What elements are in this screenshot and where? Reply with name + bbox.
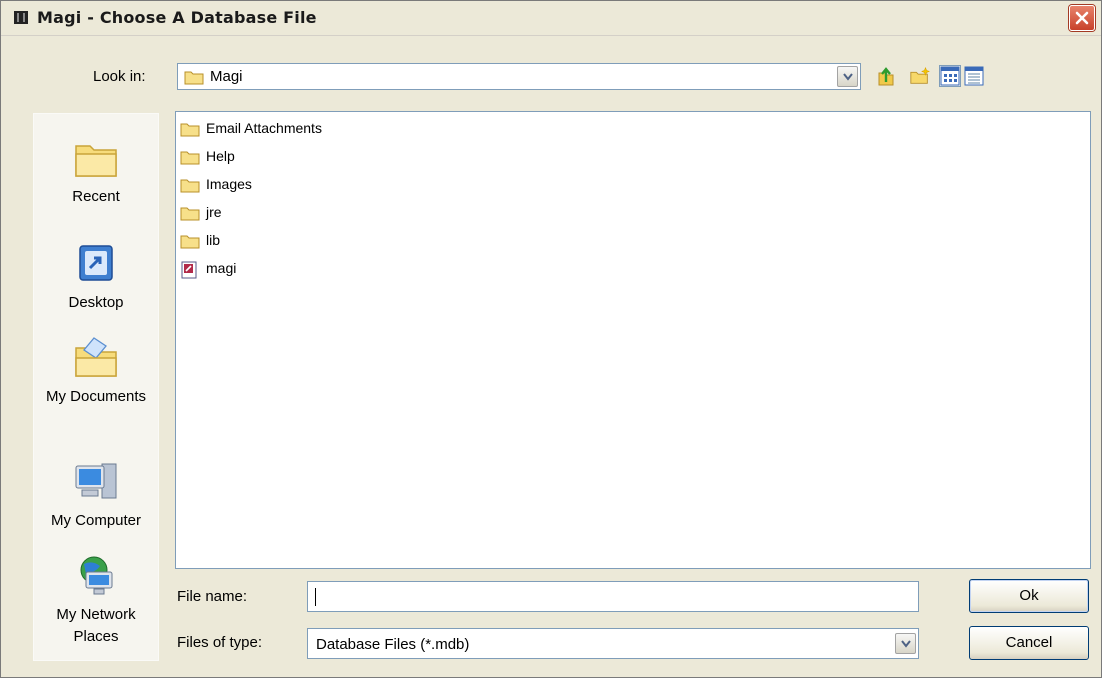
new-folder-icon[interactable] [909,65,931,87]
ok-button[interactable]: Ok [969,579,1089,613]
file-name: Help [206,148,235,164]
list-view-icon [940,66,960,86]
my-documents-icon [75,337,117,377]
folder-icon [180,207,200,221]
files-of-type-dropdown[interactable]: Database Files (*.mdb) [307,628,919,659]
files-of-type-dropdown-arrow[interactable] [895,633,916,654]
place-label: Desktop [68,294,124,311]
folder-icon [184,71,204,85]
file-list[interactable]: Email Attachments Help Images jre lib ma… [175,111,1091,569]
file-name: Email Attachments [206,120,322,136]
up-one-level-icon[interactable] [875,65,897,87]
look-in-value: Magi [210,68,243,85]
recent-folder-icon [75,145,117,177]
files-of-type-label: Files of type: [177,634,263,651]
look-in-dropdown[interactable]: Magi [177,63,861,90]
place-my-documents[interactable]: My Documents [34,336,158,408]
place-my-computer[interactable]: My Computer [34,460,158,532]
file-name-field[interactable] [307,581,919,612]
look-in-label: Look in: [93,68,146,85]
file-name-label: File name: [177,588,248,605]
title-bar[interactable]: Magi - Choose A Database File [1,1,1101,36]
place-recent[interactable]: Recent [34,136,158,208]
details-view-icon[interactable] [963,65,985,87]
text-caret [315,588,316,606]
place-desktop[interactable]: Desktop [34,242,158,314]
app-logo-icon [14,11,28,24]
list-view-button[interactable] [939,65,961,87]
chevron-down-icon [901,640,911,648]
folder-icon [180,123,200,137]
close-button[interactable] [1069,5,1095,31]
file-chooser-dialog: Magi - Choose A Database File Look in: M… [0,0,1102,678]
chevron-down-icon [843,73,853,81]
places-bar: Recent Desktop My Documents My Computer … [33,113,159,661]
window-title: Magi - Choose A Database File [37,8,317,27]
file-name: Images [206,176,252,192]
look-in-dropdown-arrow[interactable] [837,66,858,87]
database-file-icon [181,261,197,279]
folder-icon [180,179,200,193]
file-name: lib [206,232,221,248]
file-name: magi [206,260,237,276]
cancel-button[interactable]: Cancel [969,626,1089,660]
file-name: jre [206,204,222,220]
place-label: Recent [72,188,120,205]
place-label: My Network Places [56,606,136,645]
files-of-type-value: Database Files (*.mdb) [316,636,470,653]
place-network[interactable]: My Network Places [34,554,158,648]
place-label: My Documents [45,388,147,405]
close-icon [1075,11,1089,25]
folder-icon [180,151,200,165]
folder-icon [180,235,200,249]
my-computer-icon [75,463,117,499]
network-places-icon [80,556,113,595]
place-label: My Computer [50,512,142,529]
desktop-icon [79,245,113,281]
